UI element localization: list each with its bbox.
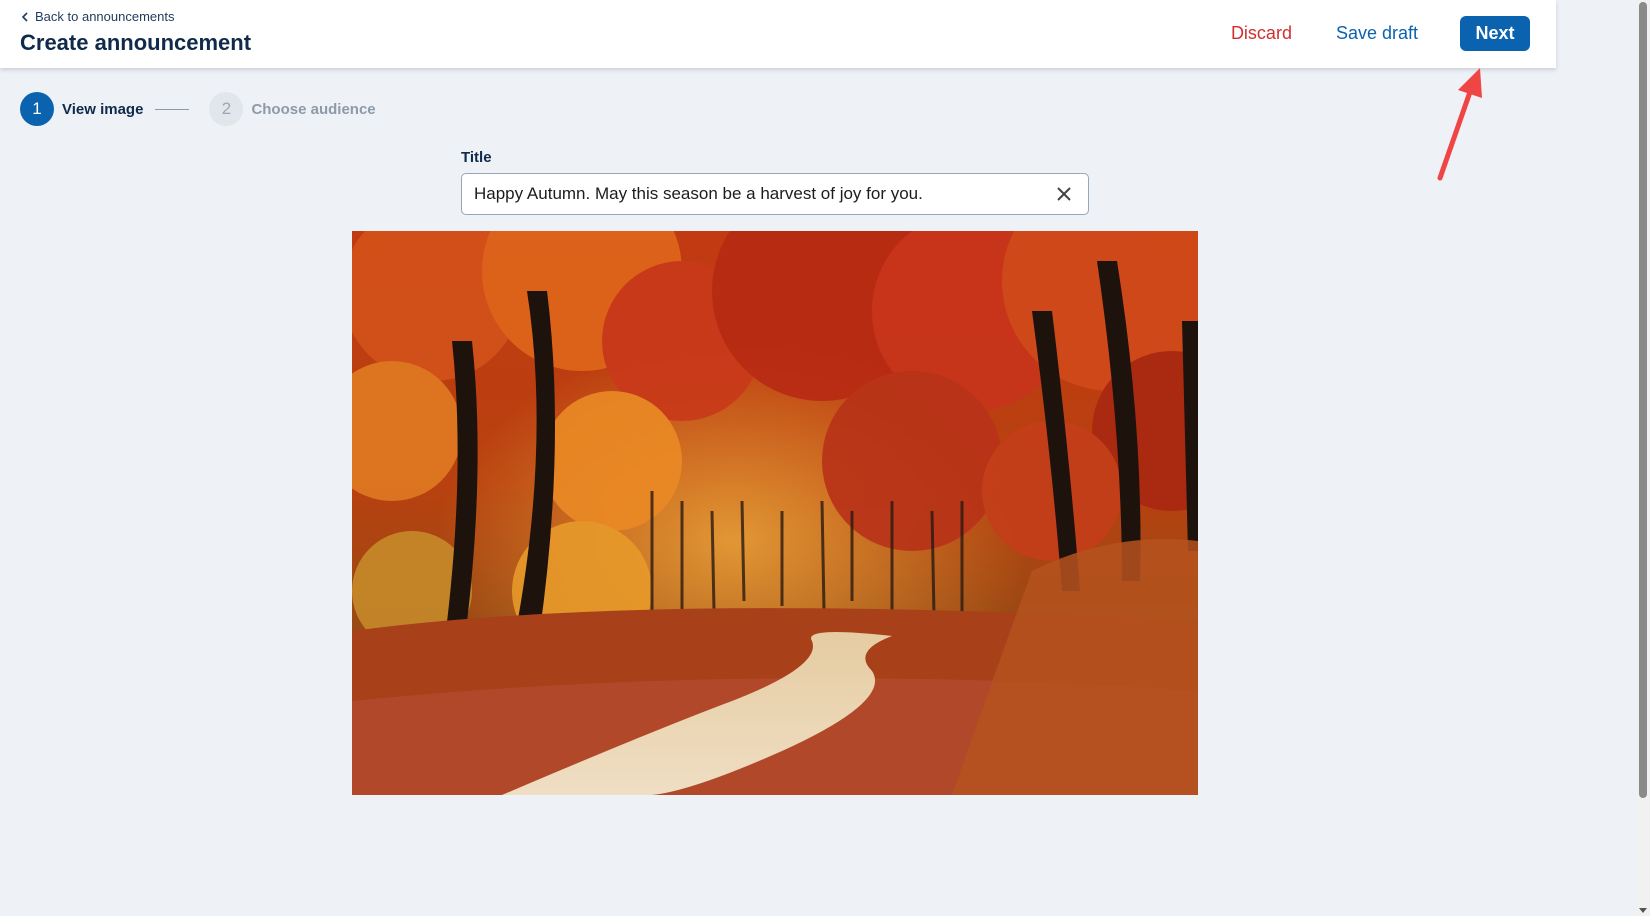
stepper: 1 View image 2 Choose audience [20,92,376,126]
step-number: 1 [20,92,54,126]
page-title: Create announcement [20,30,252,55]
step-connector [155,108,190,110]
back-link-label: Back to announcements [35,9,175,24]
title-label: Title [461,149,492,166]
announcement-image [352,231,1198,795]
next-button[interactable]: Next [1460,16,1530,51]
step-number: 2 [209,92,244,126]
close-icon [1057,187,1071,201]
header-actions: Discard Save draft Next [1231,16,1530,51]
discard-button[interactable]: Discard [1231,17,1292,50]
clear-title-button[interactable] [1054,184,1074,204]
scroll-down-arrow-icon[interactable] [1639,908,1647,913]
vertical-scrollbar[interactable] [1636,0,1650,916]
red-arrow-icon [1437,68,1482,181]
save-draft-button[interactable]: Save draft [1336,17,1418,50]
step-view-image[interactable]: 1 View image [20,92,143,126]
title-field [461,173,1089,215]
step-choose-audience[interactable]: 2 Choose audience [209,92,376,126]
step-label: View image [62,100,144,118]
top-header: Back to announcements Create announcemen… [0,0,1556,68]
step-label: Choose audience [251,100,376,118]
autumn-forest-image [352,231,1198,795]
back-to-announcements-link[interactable]: Back to announcements [21,9,174,24]
chevron-left-icon [21,11,28,22]
title-input[interactable] [462,174,1088,214]
scrollbar-thumb[interactable] [1639,2,1647,798]
